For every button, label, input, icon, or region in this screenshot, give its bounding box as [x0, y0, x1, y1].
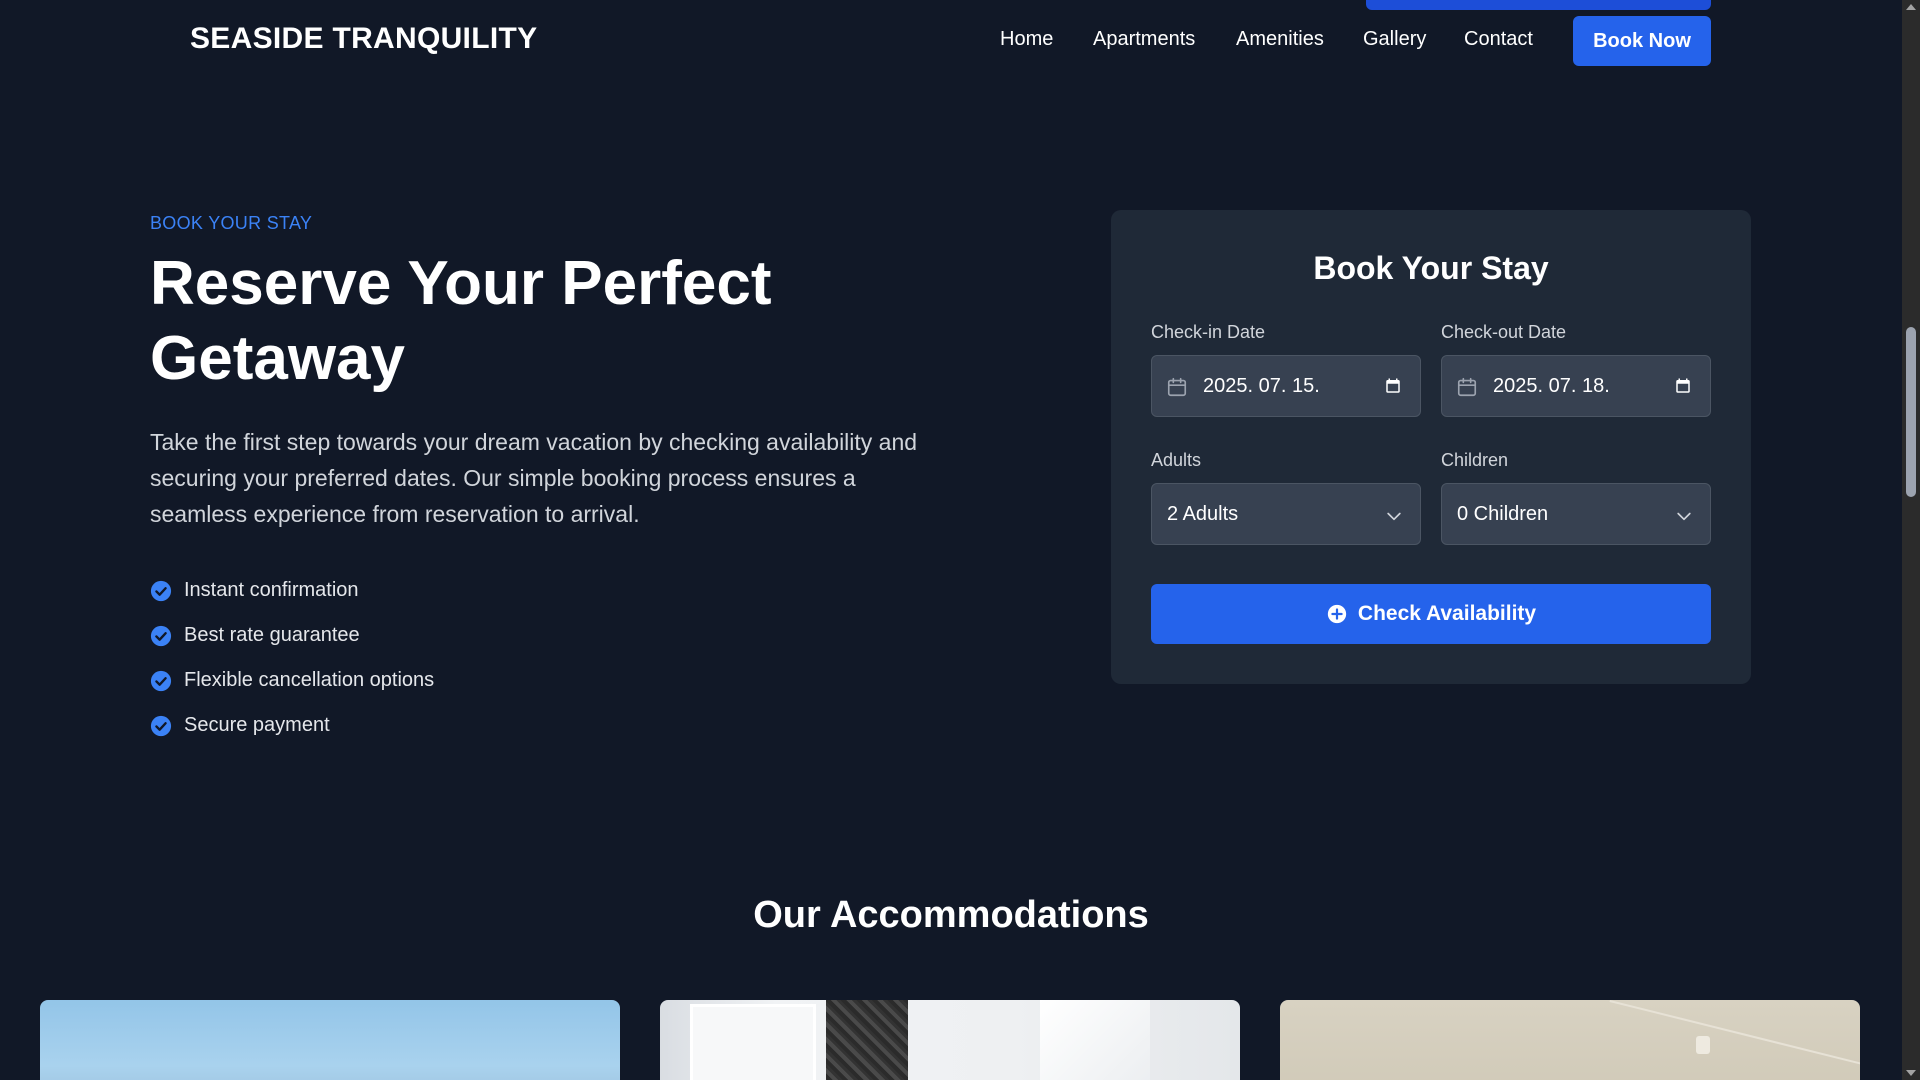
feature-label: Secure payment	[184, 714, 330, 736]
calendar-icon	[1457, 377, 1477, 397]
window-shape	[690, 1004, 816, 1080]
calendar-icon	[1167, 377, 1187, 397]
feature-label: Best rate guarantee	[184, 624, 360, 646]
children-select[interactable]: 0 Children	[1441, 483, 1711, 545]
page: SEASIDE TRANQUILITY Home Apartments Amen…	[0, 0, 1902, 1080]
book-now-button[interactable]: Book Now	[1573, 16, 1711, 66]
adults-value: 2 Adults	[1167, 503, 1239, 525]
ceiling-beam-shape	[1040, 1000, 1150, 1080]
accommodations-title: Our Accommodations	[753, 894, 1149, 936]
hero-eyebrow: BOOK YOUR STAY	[150, 213, 313, 233]
check-circle-icon	[150, 670, 172, 691]
top-accent-bar	[1366, 0, 1711, 10]
feature-list: Instant confirmation Best rate guarantee…	[150, 568, 434, 748]
checkout-date-input[interactable]: 2025. 07. 18.	[1441, 355, 1711, 417]
check-availability-button[interactable]: Check Availability	[1151, 584, 1711, 644]
accommodation-card-image[interactable]	[660, 1000, 1240, 1080]
checkout-label: Check-out Date	[1441, 322, 1567, 342]
calendar-picker-icon[interactable]	[1674, 377, 1692, 395]
check-circle-icon	[150, 625, 172, 646]
feature-item: Flexible cancellation options	[150, 658, 434, 703]
ceiling-line-shape	[1609, 1000, 1860, 1070]
feature-label: Flexible cancellation options	[184, 669, 435, 691]
scroll-down-arrow-icon[interactable]	[1906, 1070, 1916, 1076]
checkout-value: 2025. 07. 18.	[1493, 375, 1610, 397]
scroll-up-arrow-icon[interactable]	[1906, 4, 1916, 10]
booking-card-title: Book Your Stay	[1313, 250, 1549, 286]
hero-description: Take the first step towards your dream v…	[150, 429, 918, 527]
hero-title: Reserve Your Perfect Getaway	[150, 249, 772, 393]
feature-label: Instant confirmation	[184, 579, 359, 601]
checkin-value: 2025. 07. 15.	[1203, 375, 1320, 397]
accommodation-card-image[interactable]	[1280, 1000, 1860, 1080]
chevron-down-icon	[1387, 512, 1401, 521]
plus-circle-icon	[1327, 604, 1347, 624]
accommodation-card-image[interactable]	[40, 1000, 620, 1080]
children-label: Children	[1441, 450, 1509, 470]
checkin-label: Check-in Date	[1151, 322, 1266, 342]
page-scrollbar[interactable]	[1902, 0, 1920, 1080]
checkin-date-input[interactable]: 2025. 07. 15.	[1151, 355, 1421, 417]
nav-home[interactable]: Home	[1000, 28, 1053, 51]
feature-item: Secure payment	[150, 703, 434, 748]
adults-label: Adults	[1151, 450, 1202, 470]
check-availability-label: Check Availability	[1357, 602, 1537, 625]
booking-card: Book Your Stay Check-in Date 2025. 07. 1…	[1111, 210, 1751, 684]
feature-item: Instant confirmation	[150, 568, 434, 613]
smoke-detector-shape	[1696, 1036, 1710, 1054]
nav-gallery[interactable]: Gallery	[1363, 28, 1426, 51]
chevron-down-icon	[1677, 512, 1691, 521]
stone-wall-shape	[826, 1000, 908, 1080]
nav-apartments[interactable]: Apartments	[1093, 28, 1195, 51]
nav-amenities[interactable]: Amenities	[1236, 28, 1324, 51]
feature-item: Best rate guarantee	[150, 613, 434, 658]
scrollbar-thumb[interactable]	[1906, 327, 1916, 497]
check-circle-icon	[150, 580, 172, 601]
main-nav: Home Apartments Amenities Gallery Contac…	[0, 16, 1902, 66]
adults-select[interactable]: 2 Adults	[1151, 483, 1421, 545]
check-circle-icon	[150, 715, 172, 736]
children-value: 0 Children	[1457, 503, 1549, 525]
nav-contact[interactable]: Contact	[1464, 28, 1533, 51]
calendar-picker-icon[interactable]	[1384, 377, 1402, 395]
